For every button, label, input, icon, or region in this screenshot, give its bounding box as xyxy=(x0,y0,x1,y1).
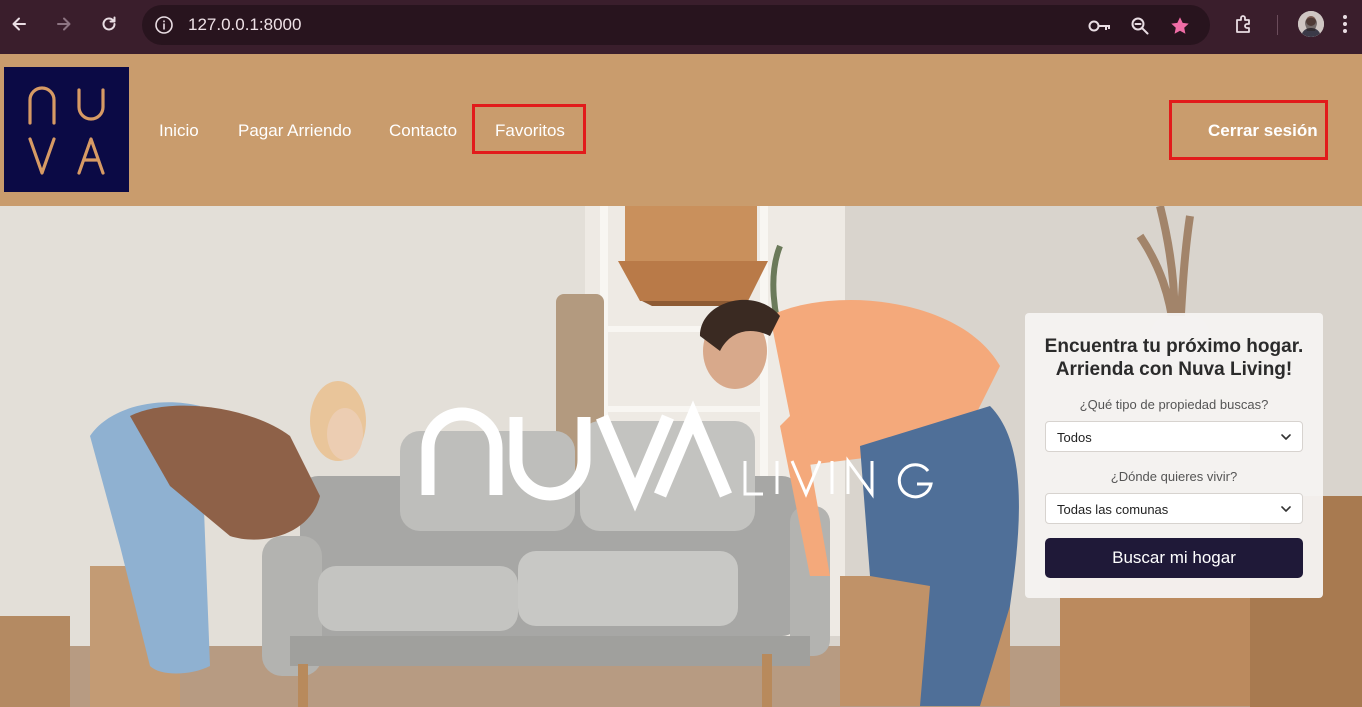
search-title: Encuentra tu próximo hogar. Arrienda con… xyxy=(1025,335,1323,381)
nuva-logo[interactable] xyxy=(4,67,129,192)
property-type-label: ¿Qué tipo de propiedad buscas? xyxy=(1079,397,1269,412)
address-bar[interactable]: 127.0.0.1:8000 xyxy=(142,5,1210,45)
location-value: Todas las comunas xyxy=(1057,502,1169,517)
password-key-icon[interactable] xyxy=(1088,14,1112,38)
property-type-value: Todos xyxy=(1057,430,1092,445)
search-card: Encuentra tu próximo hogar. Arrienda con… xyxy=(1025,313,1323,598)
extensions-icon[interactable] xyxy=(1231,11,1257,37)
reload-icon[interactable] xyxy=(95,10,123,38)
property-type-select[interactable]: Todos xyxy=(1045,421,1303,452)
url-text[interactable]: 127.0.0.1:8000 xyxy=(188,15,301,35)
location-label: ¿Dónde quieres vivir? xyxy=(1110,469,1238,484)
browser-toolbar: 127.0.0.1:8000 xyxy=(0,0,1362,54)
forward-arrow-icon[interactable] xyxy=(50,10,78,38)
nav-pagar-arriendo[interactable]: Pagar Arriendo xyxy=(238,121,351,141)
site-header: Inicio Pagar Arriendo Contacto Favoritos… xyxy=(0,54,1362,206)
bookmark-star-icon[interactable] xyxy=(1168,14,1192,38)
zoom-icon[interactable] xyxy=(1128,14,1152,38)
profile-avatar[interactable] xyxy=(1298,11,1324,37)
nuva-logo-mark xyxy=(28,86,105,175)
nav-contacto[interactable]: Contacto xyxy=(389,121,457,141)
search-home-button[interactable]: Buscar mi hogar xyxy=(1045,538,1303,578)
chevron-down-icon xyxy=(1280,431,1292,446)
logout-highlight-box xyxy=(1169,100,1328,160)
location-select[interactable]: Todas las comunas xyxy=(1045,493,1303,524)
favoritos-highlight-box xyxy=(472,104,586,154)
nav-inicio[interactable]: Inicio xyxy=(159,121,199,141)
toolbar-divider xyxy=(1277,15,1278,35)
back-arrow-icon[interactable] xyxy=(5,10,33,38)
search-title-line2: Arrienda con Nuva Living! xyxy=(1055,359,1293,380)
chevron-down-icon xyxy=(1280,503,1292,518)
search-title-line1: Encuentra tu próximo hogar. xyxy=(1044,336,1304,357)
site-info-icon[interactable] xyxy=(154,15,174,40)
menu-kebab-icon[interactable] xyxy=(1332,11,1358,37)
